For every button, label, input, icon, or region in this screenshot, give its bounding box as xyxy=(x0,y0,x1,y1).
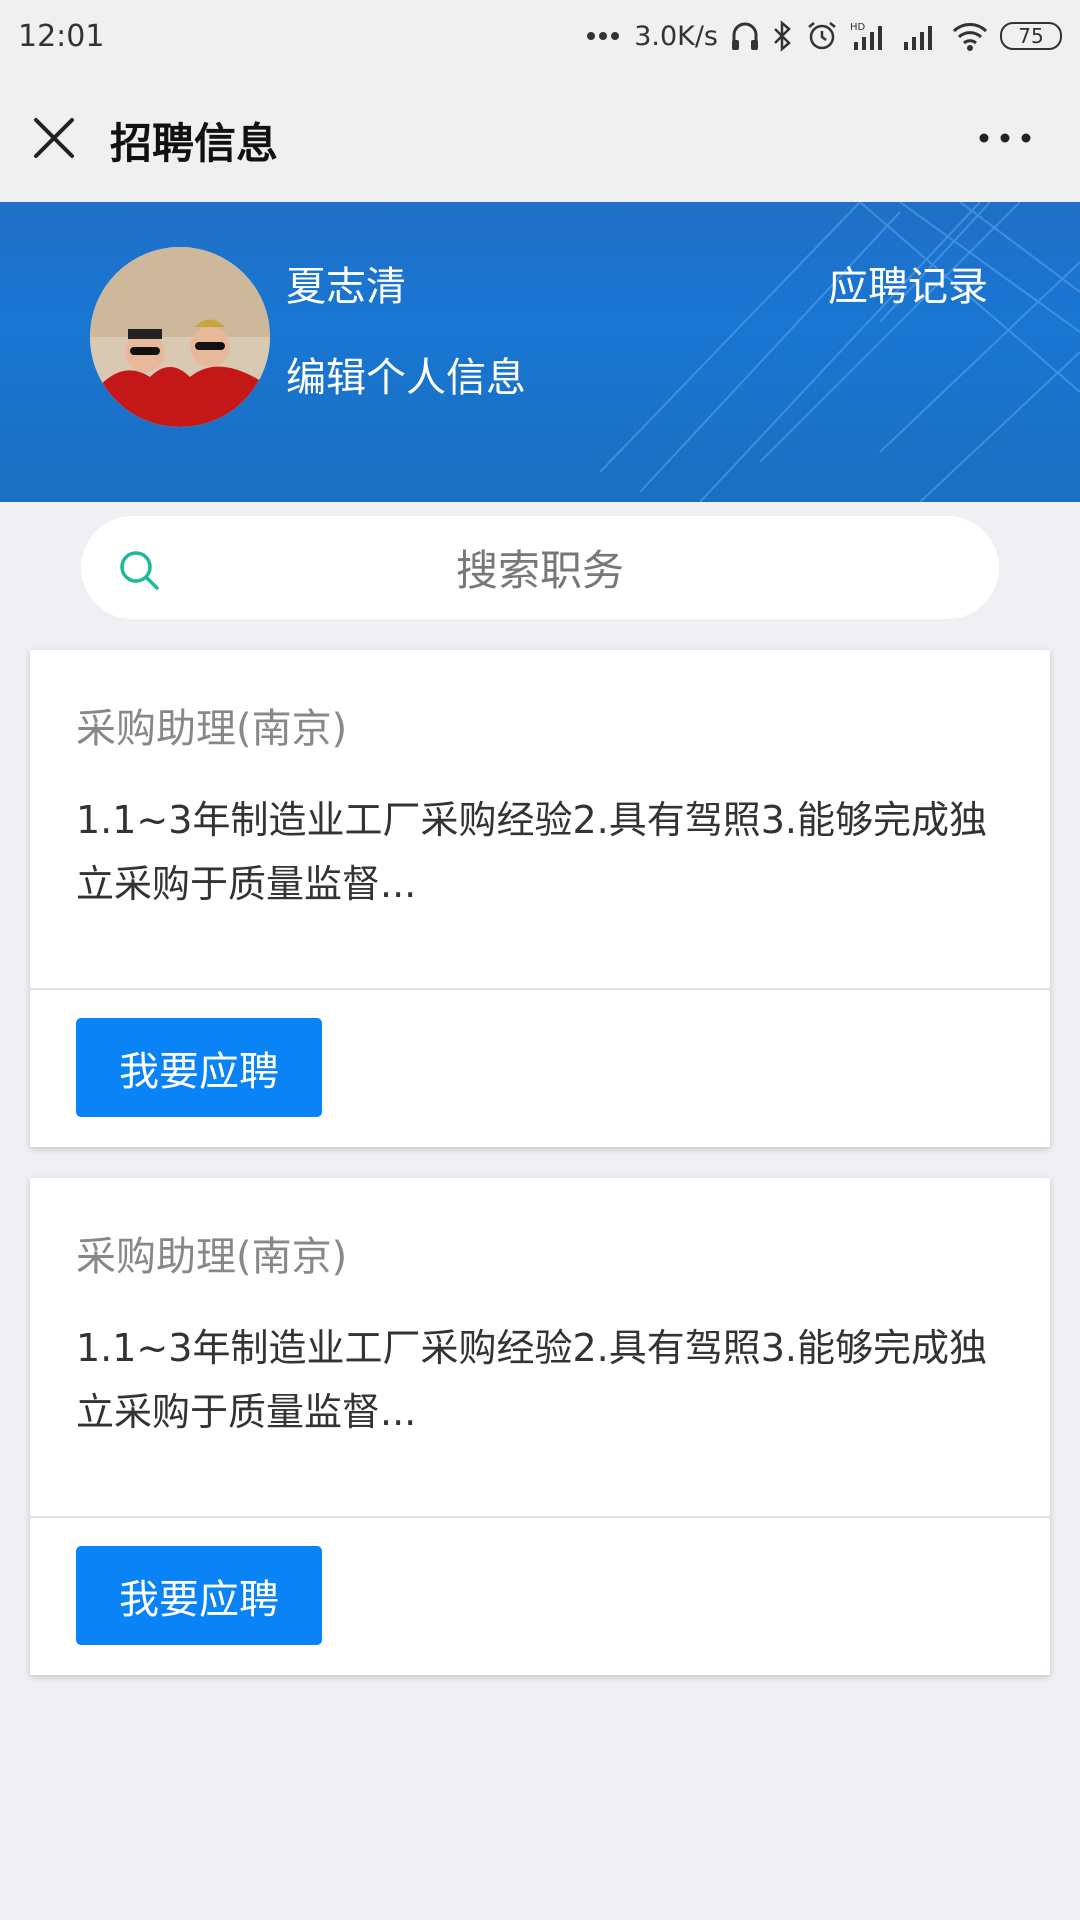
alarm-icon xyxy=(808,22,836,50)
job-description: 1.1~3年制造业工厂采购经验2.具有驾照3.能够完成独立采购于质量监督... xyxy=(76,1326,987,1434)
headphones-icon xyxy=(732,22,758,50)
avatar[interactable] xyxy=(90,247,270,427)
job-description: 1.1~3年制造业工厂采购经验2.具有驾照3.能够完成独立采购于质量监督... xyxy=(76,798,987,906)
job-card[interactable]: 采购助理(南京) 1.1~3年制造业工厂采购经验2.具有驾照3.能够完成独立采购… xyxy=(30,1178,1050,1675)
divider xyxy=(30,1516,1050,1518)
signal-icon xyxy=(904,26,932,50)
apply-records-link[interactable]: 应聘记录 xyxy=(828,254,988,312)
battery-level: 75 xyxy=(1018,24,1044,48)
more-icon[interactable] xyxy=(978,128,1032,148)
bluetooth-icon xyxy=(774,20,791,52)
status-bar: 12:01 3.0K/s HD 75 xyxy=(0,0,1080,72)
search-placeholder: 搜索职务 xyxy=(455,546,624,595)
job-title: 采购助理(南京) xyxy=(76,706,348,752)
apply-button[interactable]: 我要应聘 xyxy=(76,1546,322,1645)
profile-banner: 夏志清 编辑个人信息 应聘记录 xyxy=(0,202,1080,502)
status-icons: 3.0K/s HD 75 xyxy=(586,20,1062,52)
status-time: 12:01 xyxy=(18,18,105,54)
battery-icon: 75 xyxy=(1000,22,1062,50)
hd-signal-icon: HD xyxy=(850,22,882,50)
nav-bar: 招聘信息 xyxy=(0,72,1080,202)
search-input[interactable]: 搜索职务 xyxy=(81,516,999,619)
wifi-icon xyxy=(952,23,988,51)
divider xyxy=(30,988,1050,990)
svg-text:HD: HD xyxy=(850,22,866,33)
job-card[interactable]: 采购助理(南京) 1.1~3年制造业工厂采购经验2.具有驾照3.能够完成独立采购… xyxy=(30,650,1050,1147)
edit-profile-link[interactable]: 编辑个人信息 xyxy=(286,345,526,403)
apply-button[interactable]: 我要应聘 xyxy=(76,1018,322,1117)
network-speed: 3.0K/s xyxy=(634,20,718,52)
job-title: 采购助理(南京) xyxy=(76,1234,348,1280)
search-icon xyxy=(120,551,159,590)
page-title: 招聘信息 xyxy=(110,119,279,168)
avatar-image xyxy=(90,247,270,427)
user-name: 夏志清 xyxy=(286,264,406,310)
dots-icon xyxy=(587,32,620,40)
close-icon[interactable] xyxy=(30,114,78,162)
